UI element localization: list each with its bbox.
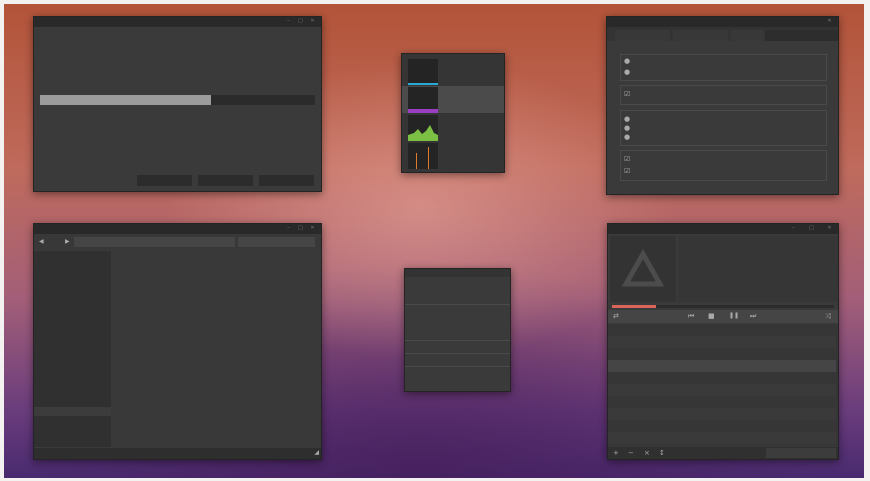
- graph-thumbnail-icon: [408, 59, 438, 85]
- minimize-icon[interactable]: –: [791, 226, 796, 231]
- graph-switcher-item[interactable]: [402, 58, 504, 85]
- remove-button[interactable]: −: [628, 449, 634, 457]
- playlist-row[interactable]: [608, 396, 836, 408]
- album-art: [610, 236, 676, 302]
- graph-switcher-item[interactable]: [402, 86, 504, 113]
- graph-series-mark: [408, 125, 438, 141]
- tab-1[interactable]: [615, 30, 670, 41]
- playlist-row[interactable]: [608, 360, 836, 372]
- playlist-row[interactable]: [608, 324, 836, 336]
- clear-button[interactable]: ×: [644, 449, 650, 457]
- forward-button[interactable]: ▶: [65, 238, 70, 245]
- graph-thumbnail-icon: [408, 115, 438, 141]
- close-icon[interactable]: ✕: [310, 19, 315, 24]
- playlist-row[interactable]: [608, 372, 836, 384]
- list-window: [404, 268, 511, 392]
- list-separator: [405, 304, 510, 305]
- tab-3[interactable]: [731, 30, 764, 41]
- media-player-window: – □ ✕ ⇄ ⏮ ■ ❚❚ ⏭ ⤨ + − × ↕: [607, 223, 839, 460]
- graph-switcher-item[interactable]: [402, 114, 504, 141]
- graph-series-mark: [408, 147, 438, 169]
- radio-button[interactable]: ●: [624, 68, 630, 76]
- playlist-row[interactable]: [608, 384, 836, 396]
- settings-window: ✕ ● ● ☑ ● ● ● ☑ ☑: [606, 16, 839, 195]
- tab-4-active[interactable]: [765, 30, 838, 41]
- playlist-row[interactable]: [608, 348, 836, 360]
- next-button[interactable]: ⏭: [750, 312, 756, 321]
- radio-button[interactable]: ●: [624, 133, 630, 141]
- playlist-row[interactable]: [608, 420, 836, 432]
- settings-tab-bar: [607, 27, 838, 41]
- progress-dialog-window: – □ ✕: [33, 16, 322, 192]
- progress-track: [40, 95, 315, 105]
- search-input[interactable]: [238, 237, 315, 247]
- back-button[interactable]: ◀: [39, 238, 44, 245]
- maximize-icon[interactable]: □: [298, 19, 303, 24]
- list-separator: [405, 340, 510, 341]
- track-info-panel: [678, 236, 838, 302]
- playlist-footer: + − × ↕: [608, 447, 838, 459]
- previous-button[interactable]: ⏮: [688, 312, 694, 321]
- radio-button[interactable]: ●: [624, 57, 630, 65]
- close-icon[interactable]: ✕: [827, 19, 832, 24]
- path-bar[interactable]: [74, 237, 235, 247]
- add-button[interactable]: +: [613, 449, 619, 457]
- graph-series-mark: [408, 83, 438, 85]
- sidebar-panel: [34, 251, 111, 447]
- playlist-row[interactable]: [608, 336, 836, 348]
- minimize-icon[interactable]: –: [286, 19, 291, 24]
- checkbox[interactable]: ☑: [624, 155, 630, 163]
- playlist-search-input[interactable]: [766, 448, 836, 458]
- stop-button[interactable]: ■: [708, 312, 715, 320]
- playlist: [608, 324, 838, 446]
- progress-fill: [40, 95, 211, 105]
- close-icon[interactable]: ✕: [310, 226, 315, 231]
- settings-titlebar: ✕: [607, 17, 838, 27]
- settings-group-checkboxes: ☑ ☑: [620, 150, 827, 181]
- resize-grip-icon[interactable]: ◢: [314, 449, 319, 456]
- progress-dialog-titlebar: – □ ✕: [34, 17, 321, 27]
- graph-series-mark: [408, 109, 438, 113]
- list-header: [405, 269, 510, 277]
- list-separator: [405, 366, 510, 367]
- file-view: [111, 251, 321, 447]
- album-placeholder-icon: [621, 248, 665, 287]
- settings-group-radios: ● ●: [620, 54, 827, 81]
- file-manager-window: – □ ✕ ◀ ▶ ◢: [33, 223, 322, 460]
- settings-group-checkbox: ☑: [620, 85, 827, 105]
- status-bar: ◢: [34, 448, 321, 459]
- close-icon[interactable]: ✕: [827, 226, 832, 231]
- radio-button[interactable]: ●: [624, 124, 630, 132]
- playlist-row[interactable]: [608, 408, 836, 420]
- seek-bar[interactable]: [612, 305, 834, 308]
- radio-button[interactable]: ●: [624, 115, 630, 123]
- graph-thumbnail-icon: [408, 143, 438, 169]
- list-separator: [405, 353, 510, 354]
- tab-2[interactable]: [673, 30, 728, 41]
- playback-toolbar: ⇄ ⏮ ■ ❚❚ ⏭ ⤨: [608, 310, 838, 323]
- graph-thumbnail-icon: [408, 87, 438, 113]
- graph-switcher-item[interactable]: [402, 142, 504, 169]
- settings-group-bullets: ● ● ●: [620, 110, 827, 146]
- pause-button[interactable]: ❚❚: [729, 312, 739, 319]
- file-manager-titlebar: – □ ✕: [34, 224, 321, 234]
- repeat-button[interactable]: ⇄: [613, 312, 619, 320]
- maximize-icon[interactable]: □: [809, 226, 814, 231]
- shuffle-button[interactable]: ⤨: [825, 312, 831, 321]
- dialog-button-2[interactable]: [198, 175, 253, 186]
- checkbox[interactable]: ☑: [624, 167, 630, 175]
- sidebar-item-selected[interactable]: [34, 407, 111, 416]
- playlist-row[interactable]: [608, 432, 836, 444]
- maximize-icon[interactable]: □: [298, 226, 303, 231]
- sort-button[interactable]: ↕: [659, 449, 665, 457]
- seek-bar-fill: [612, 305, 657, 308]
- dialog-button-3[interactable]: [259, 175, 314, 186]
- dialog-button-1[interactable]: [137, 175, 192, 186]
- file-manager-toolbar: ◀ ▶: [34, 234, 321, 250]
- minimize-icon[interactable]: –: [286, 226, 291, 231]
- media-player-titlebar: – □ ✕: [608, 224, 838, 234]
- checkbox[interactable]: ☑: [624, 90, 630, 98]
- graph-switcher-window: [401, 53, 505, 173]
